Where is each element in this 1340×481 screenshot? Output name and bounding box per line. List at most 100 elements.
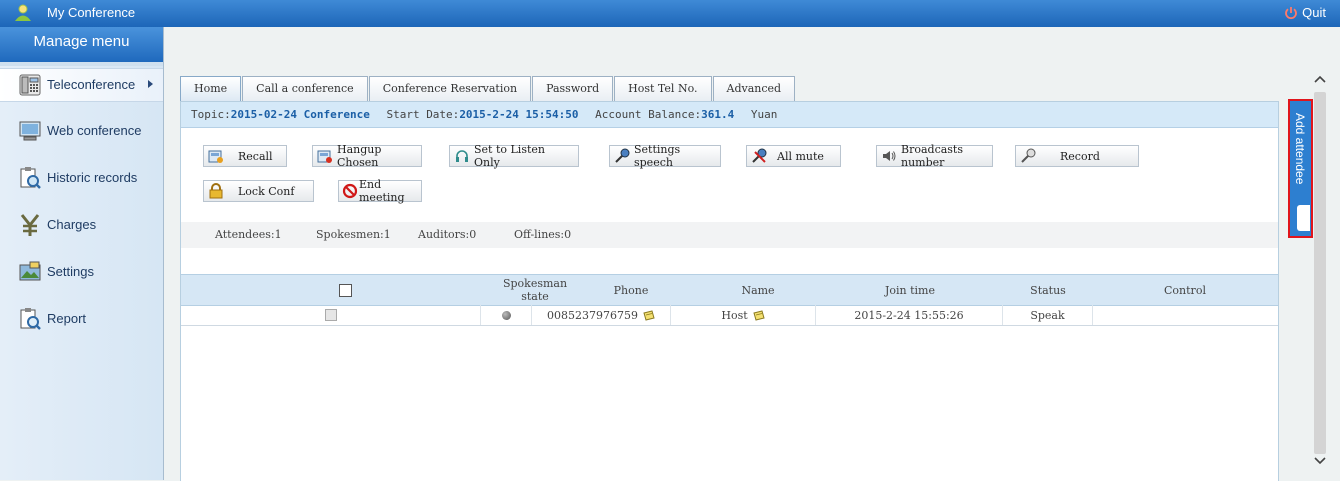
attendee-table-header: Spokesman state Phone Name Join time Sta…: [181, 274, 1278, 306]
add-attendee-tab[interactable]: Add attendee: [1288, 99, 1313, 238]
all-mute-button[interactable]: All mute: [746, 145, 841, 167]
stop-icon: [342, 183, 358, 199]
topic-label: Topic:: [191, 108, 231, 121]
name-value: Host: [721, 308, 748, 322]
phone-value: 0085237976759: [547, 308, 638, 322]
edit-note-icon[interactable]: [643, 309, 655, 321]
header-status: Status: [1030, 283, 1066, 297]
hangup-icon: [317, 150, 332, 163]
spokesman-state-cell: [481, 305, 532, 325]
broadcasts-number-label: Broadcasts number: [901, 143, 963, 169]
sidebar-item-web-conference[interactable]: Web conference: [0, 115, 163, 147]
sidebar: Manage menu Teleconference Web conferenc…: [0, 27, 164, 480]
user-icon: [15, 4, 31, 21]
broadcasts-number-button[interactable]: Broadcasts number: [876, 143, 993, 169]
settings-speech-button[interactable]: Settings speech: [609, 143, 721, 169]
tab-host-tel-no[interactable]: Host Tel No.: [614, 76, 712, 101]
sidebar-item-label: Settings: [47, 264, 94, 279]
row-checkbox[interactable]: [324, 309, 337, 321]
tab-advanced[interactable]: Advanced: [712, 76, 796, 101]
recall-label: Recall: [238, 149, 273, 163]
vertical-scrollbar[interactable]: [1311, 70, 1329, 473]
header-phone: Phone: [613, 283, 649, 297]
recall-icon: [208, 150, 223, 163]
header-control: Control: [1164, 283, 1206, 297]
mute-microphone-icon: [752, 148, 767, 163]
record-mic-icon: [1021, 148, 1036, 163]
tab-password[interactable]: Password: [532, 76, 614, 101]
join-time-value: 2015-2-24 15:55:26: [854, 308, 964, 322]
hangup-chosen-button[interactable]: Hangup Chosen: [312, 143, 422, 169]
sidebar-item-charges[interactable]: Charges: [0, 209, 163, 241]
table-row: 0085237976759 Host 2015-2-24 15:55:26 Sp…: [181, 305, 1278, 326]
app-title: My Conference: [47, 5, 136, 20]
microphone-icon: [615, 148, 630, 163]
scroll-down-icon[interactable]: [1314, 456, 1326, 466]
chevron-right-icon: [148, 80, 153, 88]
hangup-chosen-label: Hangup Chosen: [337, 143, 382, 169]
report-icon: [20, 308, 41, 330]
start-date-value: 2015-2-24 15:54:50: [459, 108, 579, 121]
phone-icon: [19, 74, 41, 96]
add-attendee-handle: [1297, 205, 1310, 231]
sidebar-item-report[interactable]: Report: [0, 303, 163, 335]
row-select-cell: [181, 305, 481, 325]
record-button[interactable]: Record: [1015, 145, 1139, 167]
computer-icon: [19, 121, 41, 141]
select-all-cell: [332, 275, 358, 305]
topic-value: 2015-02-24 Conference: [230, 108, 370, 121]
lock-conf-button[interactable]: Lock Conf: [203, 180, 314, 202]
add-attendee-label: Add attendee: [1293, 113, 1307, 185]
auditors-count: Auditors:0: [418, 228, 477, 241]
sidebar-item-label: Teleconference: [47, 77, 136, 92]
lock-icon: [209, 183, 223, 199]
quit-label: Quit: [1302, 5, 1326, 20]
spokesmen-count: Spokesmen:1: [316, 228, 391, 241]
headphones-icon: [456, 150, 468, 162]
set-listen-only-label: Set to Listen Only: [474, 143, 545, 169]
edit-note-icon[interactable]: [753, 309, 765, 321]
sidebar-item-settings[interactable]: Settings: [0, 256, 163, 288]
sidebar-item-historic-records[interactable]: Historic records: [0, 162, 163, 194]
set-listen-only-button[interactable]: Set to Listen Only: [449, 143, 579, 169]
control-cell: [1093, 305, 1278, 325]
header-spokesman-state: Spokesman state: [502, 277, 568, 303]
sidebar-item-label: Report: [47, 311, 87, 326]
tab-bar: Home Call a conference Conference Reserv…: [180, 76, 796, 102]
header-name: Name: [741, 283, 775, 297]
sidebar-item-label: Historic records: [47, 170, 138, 185]
recall-button[interactable]: Recall: [203, 145, 287, 167]
tab-conference-reservation[interactable]: Conference Reservation: [368, 76, 532, 101]
tab-home[interactable]: Home: [180, 76, 242, 102]
phone-cell: 0085237976759: [532, 305, 671, 325]
sidebar-item-teleconference[interactable]: Teleconference: [0, 68, 163, 102]
settings-picture-icon: [19, 261, 41, 281]
record-label: Record: [1060, 149, 1100, 163]
spokesman-state-indicator-icon: [501, 310, 511, 320]
start-date-label: Start Date:: [386, 108, 460, 121]
yen-icon: [20, 214, 40, 236]
scrollbar-thumb[interactable]: [1314, 92, 1326, 454]
magnifier-clipboard-icon: [20, 167, 41, 189]
sidebar-item-label: Charges: [47, 217, 97, 232]
tab-call-a-conference[interactable]: Call a conference: [242, 76, 368, 101]
speaker-icon: [883, 151, 896, 161]
scroll-up-icon[interactable]: [1314, 74, 1326, 84]
status-cell: Speak: [1003, 305, 1093, 325]
select-all-checkbox[interactable]: [338, 283, 352, 297]
attendees-count: Attendees:1: [215, 228, 282, 241]
header-join-time: Join time: [884, 283, 935, 297]
top-bar: My Conference Quit: [0, 0, 1340, 27]
end-meeting-button[interactable]: End meeting: [338, 178, 422, 204]
conference-info-bar: Topic:2015-02-24 Conference Start Date:2…: [181, 102, 1278, 128]
sidebar-item-label: Web conference: [47, 123, 142, 138]
join-time-cell: 2015-2-24 15:55:26: [816, 305, 1003, 325]
balance-label: Account Balance:: [595, 108, 702, 121]
main-panel: Topic:2015-02-24 Conference Start Date:2…: [180, 101, 1279, 481]
all-mute-label: All mute: [777, 149, 824, 163]
offlines-count: Off-lines:0: [514, 228, 572, 241]
settings-speech-label: Settings speech: [634, 143, 681, 169]
quit-button[interactable]: Quit: [1284, 5, 1326, 20]
end-meeting-label: End meeting: [359, 178, 405, 204]
lock-conf-label: Lock Conf: [238, 184, 295, 198]
